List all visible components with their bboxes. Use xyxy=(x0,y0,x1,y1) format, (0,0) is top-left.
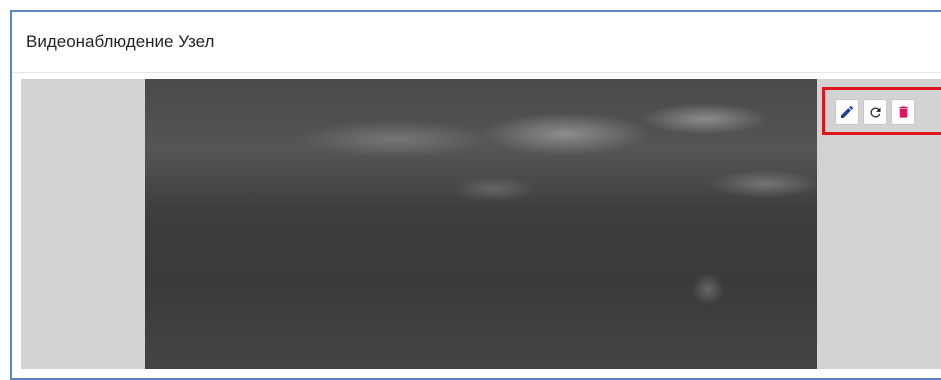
refresh-button[interactable] xyxy=(863,99,887,125)
refresh-icon xyxy=(869,106,880,117)
pencil-icon xyxy=(841,105,854,118)
trash-icon xyxy=(898,106,908,118)
video-frame[interactable] xyxy=(145,79,817,369)
panel-header: Видеонаблюдение Узел xyxy=(12,12,941,73)
camera-toolbar xyxy=(822,87,941,135)
video-area xyxy=(21,79,941,369)
edit-button[interactable] xyxy=(835,99,859,125)
panel-title: Видеонаблюдение Узел xyxy=(26,32,215,51)
delete-button[interactable] xyxy=(891,99,915,125)
